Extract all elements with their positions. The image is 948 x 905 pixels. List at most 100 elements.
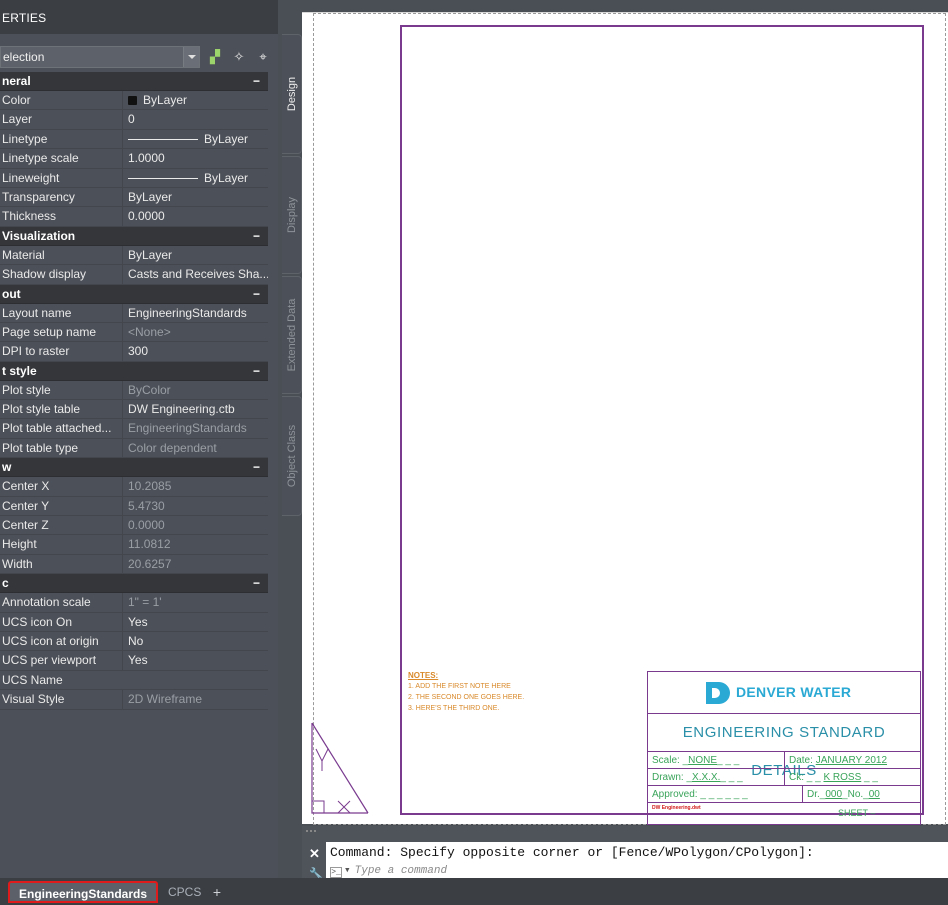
selection-dropdown[interactable]: election xyxy=(0,46,200,68)
property-row[interactable]: UCS Name xyxy=(0,670,268,691)
property-value-text: No xyxy=(128,633,144,648)
section-header[interactable]: w − xyxy=(0,458,268,478)
collapse-icon[interactable]: − xyxy=(253,227,260,246)
property-name: Plot table attached... xyxy=(2,421,112,436)
collapse-icon[interactable]: − xyxy=(253,458,260,477)
property-row[interactable]: Height 11.0812 xyxy=(0,535,268,555)
command-input[interactable]: >_ ▾ Type a command xyxy=(326,864,948,878)
property-row[interactable]: Center Y 5.4730 xyxy=(0,496,268,517)
property-value[interactable]: EngineeringStandards xyxy=(122,419,268,439)
property-value[interactable]: <None> xyxy=(122,322,268,342)
property-name: Page setup name xyxy=(2,324,97,339)
section-header[interactable]: neral − xyxy=(0,72,268,91)
property-row[interactable]: Linetype scale 1.0000 xyxy=(0,149,268,169)
section-header[interactable]: Visualization − xyxy=(0,226,268,246)
property-row[interactable]: Center X 10.2085 xyxy=(0,477,268,497)
property-value[interactable]: Yes xyxy=(122,612,268,632)
toggle-pickadd-icon[interactable]: ▞ xyxy=(206,48,224,66)
property-row[interactable]: Thickness 0.0000 xyxy=(0,207,268,227)
template-file-tag: DW Engineering.dwt xyxy=(652,805,701,811)
collapse-icon[interactable]: − xyxy=(253,362,260,381)
property-row[interactable]: Transparency ByLayer xyxy=(0,187,268,208)
recent-commands-chevron-icon[interactable]: ▾ xyxy=(344,865,351,877)
tab-extended-data[interactable]: Extended Data xyxy=(282,276,302,394)
property-value[interactable]: No xyxy=(122,631,268,651)
tab-design[interactable]: Design xyxy=(282,34,302,154)
property-row[interactable]: Lineweight ByLayer xyxy=(0,168,268,188)
section-header[interactable]: c − xyxy=(0,574,268,594)
command-placeholder: Type a command xyxy=(354,865,448,877)
property-value[interactable]: 300 xyxy=(122,342,268,362)
property-value[interactable]: Yes xyxy=(122,651,268,671)
property-value[interactable]: ByLayer xyxy=(122,129,268,149)
property-value[interactable]: 0.0000 xyxy=(122,516,268,536)
property-value[interactable]: 5.4730 xyxy=(122,496,268,516)
property-row[interactable]: Width 20.6257 xyxy=(0,554,268,575)
property-value[interactable]: 2D Wireframe xyxy=(122,690,268,710)
property-value[interactable]: ByLayer xyxy=(122,245,268,265)
property-row[interactable]: Linetype ByLayer xyxy=(0,129,268,150)
command-history: Command: Specify opposite corner or [Fen… xyxy=(326,842,948,864)
property-row[interactable]: Layout name EngineeringStandards xyxy=(0,303,268,323)
property-value-text: ByColor xyxy=(128,382,171,397)
property-value[interactable]: 1.0000 xyxy=(122,149,268,169)
property-value[interactable]: 0 xyxy=(122,110,268,130)
property-row[interactable]: UCS icon On Yes xyxy=(0,612,268,632)
property-value-text: 0 xyxy=(128,112,135,127)
property-value[interactable]: DW Engineering.ctb xyxy=(122,400,268,420)
property-name: Plot style xyxy=(2,382,51,397)
tab-object-class[interactable]: Object Class xyxy=(282,396,302,516)
sheet-label: SHEET xyxy=(838,808,868,818)
property-value[interactable]: 0.0000 xyxy=(122,207,268,227)
section-header[interactable]: t style − xyxy=(0,361,268,381)
tab-cpcs[interactable]: CPCS xyxy=(162,881,206,903)
property-value[interactable]: ByColor xyxy=(122,380,268,400)
approved-label: Approved: xyxy=(652,789,698,800)
property-row[interactable]: Plot table attached... EngineeringStandar… xyxy=(0,419,268,439)
property-name: Linetype scale xyxy=(2,151,79,166)
collapse-icon[interactable]: − xyxy=(253,285,260,304)
property-row[interactable]: Annotation scale 1" = 1' xyxy=(0,593,268,613)
property-value[interactable]: EngineeringStandards xyxy=(122,303,268,323)
property-value[interactable]: ByLayer xyxy=(122,168,268,188)
property-row[interactable]: Center Z 0.0000 xyxy=(0,516,268,536)
property-row[interactable]: Shadow display Casts and Receives Sha... xyxy=(0,265,268,285)
property-row[interactable]: Layer 0 xyxy=(0,110,268,130)
section-title: out xyxy=(2,286,21,301)
collapse-icon[interactable]: − xyxy=(253,574,260,593)
date-label: Date: xyxy=(789,755,813,766)
property-row[interactable]: Visual Style 2D Wireframe xyxy=(0,690,268,710)
property-value[interactable]: 11.0812 xyxy=(122,535,268,555)
section-header[interactable]: out − xyxy=(0,284,268,304)
property-row[interactable]: DPI to raster 300 xyxy=(0,342,268,362)
property-name: Shadow display xyxy=(2,267,87,282)
property-row[interactable]: Material ByLayer xyxy=(0,245,268,266)
property-value[interactable]: ByLayer xyxy=(122,187,268,207)
drag-grip-icon[interactable] xyxy=(306,830,316,836)
property-value[interactable]: 1" = 1' xyxy=(122,593,268,613)
close-icon[interactable]: ✕ xyxy=(309,846,320,862)
property-row[interactable]: Plot style table DW Engineering.ctb xyxy=(0,400,268,420)
ck-field: Ck: _ _ K ROSS _ _ xyxy=(784,769,878,786)
property-value[interactable]: Color dependent xyxy=(122,438,268,458)
property-value[interactable]: 10.2085 xyxy=(122,477,268,497)
tab-display[interactable]: Display xyxy=(282,156,302,274)
select-objects-icon[interactable]: ✧ xyxy=(230,48,248,66)
property-value[interactable]: Casts and Receives Sha... xyxy=(122,265,268,285)
property-row[interactable]: UCS per viewport Yes xyxy=(0,651,268,671)
command-prompt-icon[interactable]: >_ xyxy=(330,867,342,878)
property-row[interactable]: Page setup name <None> xyxy=(0,322,268,343)
drawing-canvas[interactable]: NOTES: 1. ADD THE FIRST NOTE HERE 2. THE… xyxy=(302,12,948,825)
property-value[interactable]: ByLayer xyxy=(122,91,268,110)
property-value[interactable]: 20.6257 xyxy=(122,554,268,574)
tab-engineering-standards[interactable]: EngineeringStandards xyxy=(8,881,158,903)
chevron-down-icon[interactable] xyxy=(183,47,199,67)
property-row[interactable]: Plot style ByColor xyxy=(0,380,268,401)
property-row[interactable]: Color ByLayer xyxy=(0,91,268,111)
add-layout-icon[interactable]: + xyxy=(206,881,228,903)
property-row[interactable]: Plot table type Color dependent xyxy=(0,438,268,459)
property-row[interactable]: UCS icon at origin No xyxy=(0,631,268,652)
collapse-icon[interactable]: − xyxy=(253,72,260,91)
property-value-text: ByLayer xyxy=(128,189,173,204)
quick-select-icon[interactable]: ⌖ xyxy=(254,48,272,66)
